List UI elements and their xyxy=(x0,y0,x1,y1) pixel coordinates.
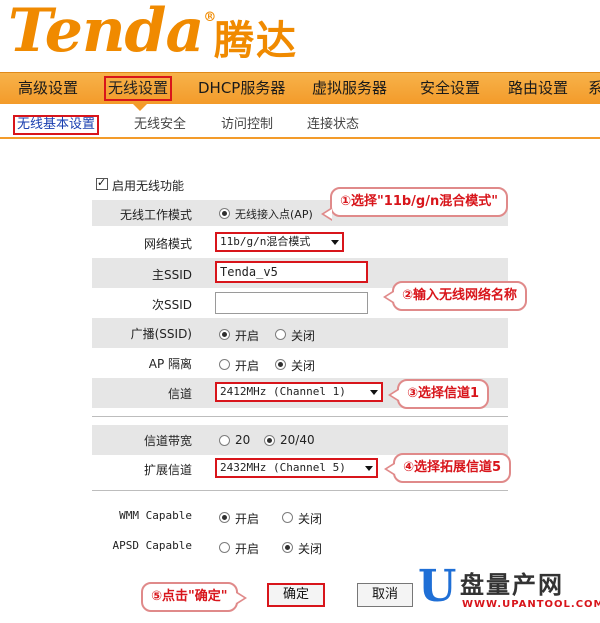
bandwidth-20-radio[interactable] xyxy=(219,435,230,446)
primary-ssid-label: 主SSID xyxy=(151,268,192,282)
callout-step5-text: ⑤点击"确定" xyxy=(151,589,228,604)
chevron-down-icon xyxy=(365,466,373,471)
primary-ssid-input[interactable]: Tenda_v5 xyxy=(215,261,368,283)
nav-routing[interactable]: 路由设置 xyxy=(508,76,568,101)
logo-text-cn: 腾达 xyxy=(214,18,298,64)
callout-pointer-icon xyxy=(384,462,395,476)
callout-step4-text: ④选择拓展信道5 xyxy=(403,460,502,475)
secondary-ssid-input[interactable] xyxy=(215,292,368,314)
divider xyxy=(92,416,508,417)
ext-channel-select[interactable]: 2432MHz (Channel 5) xyxy=(215,458,378,478)
cancel-button[interactable]: 取消 xyxy=(357,583,413,607)
ap-isolation-label: AP 隔离 xyxy=(148,357,192,371)
bandwidth-2040-label: 20/40 xyxy=(280,433,315,447)
network-mode-label: 网络模式 xyxy=(143,237,192,251)
wmm-on-radio[interactable] xyxy=(219,512,230,523)
nav-advanced[interactable]: 高级设置 xyxy=(18,76,78,101)
callout-step3-text: ③选择信道1 xyxy=(407,386,480,401)
channel-label: 信道 xyxy=(167,387,192,401)
broadcast-off-radio[interactable] xyxy=(275,329,286,340)
wmm-off-radio[interactable] xyxy=(282,512,293,523)
callout-pointer-icon xyxy=(383,290,394,304)
callout-pointer-icon xyxy=(321,207,332,221)
apsd-off-label: 关闭 xyxy=(298,542,323,556)
network-mode-select[interactable]: 11b/g/n混合模式 xyxy=(215,232,344,252)
enable-wireless-label: 启用无线功能 xyxy=(112,179,185,193)
network-mode-value: 11b/g/n混合模式 xyxy=(220,235,311,248)
work-mode-label: 无线工作模式 xyxy=(119,208,192,222)
secondary-ssid-label: 次SSID xyxy=(151,298,192,312)
ok-button[interactable]: 确定 xyxy=(267,583,325,607)
callout-pointer-icon xyxy=(388,388,399,402)
watermark-u-icon: U xyxy=(418,561,457,612)
subnav-connection-status[interactable]: 连接状态 xyxy=(307,115,359,135)
broadcast-off-label: 关闭 xyxy=(291,329,316,343)
ap-isolation-off-label: 关闭 xyxy=(291,359,316,373)
callout-pointer-icon xyxy=(235,591,247,605)
ap-isolation-on-radio[interactable] xyxy=(219,359,230,370)
callout-step2-text: ②输入无线网络名称 xyxy=(402,288,518,303)
subnav-access-control[interactable]: 访问控制 xyxy=(221,115,273,135)
bandwidth-20-label: 20 xyxy=(235,433,251,447)
nav-dhcp[interactable]: DHCP服务器 xyxy=(198,76,285,101)
subnav-wireless-security[interactable]: 无线安全 xyxy=(134,115,186,135)
callout-step4: ④选择拓展信道5 xyxy=(384,453,512,483)
broadcast-on-radio[interactable] xyxy=(219,329,230,340)
channel-value: 2412MHz (Channel 1) xyxy=(220,385,346,398)
primary-ssid-value: Tenda_v5 xyxy=(220,265,278,279)
work-mode-ap-radio[interactable] xyxy=(219,208,230,219)
ext-channel-value: 2432MHz (Channel 5) xyxy=(220,461,346,474)
apsd-off-radio[interactable] xyxy=(282,542,293,553)
tenda-logo: Tenda® xyxy=(8,0,216,66)
callout-step1: ①选择"11b/g/n混合模式" xyxy=(321,187,509,221)
subnav-wireless-basic[interactable]: 无线基本设置 xyxy=(13,115,100,135)
enable-wireless-checkbox[interactable] xyxy=(96,176,108,190)
main-nav: 高级设置 无线设置 DHCP服务器 虚拟服务器 安全设置 路由设置 系 xyxy=(0,72,600,104)
nav-system[interactable]: 系 xyxy=(588,76,600,101)
bandwidth-label: 信道带宽 xyxy=(143,434,192,448)
header: Tenda® 腾达 xyxy=(0,0,600,72)
nav-pointer-icon xyxy=(133,104,147,111)
apsd-on-radio[interactable] xyxy=(219,542,230,553)
callout-step2: ②输入无线网络名称 xyxy=(383,281,528,311)
channel-select[interactable]: 2412MHz (Channel 1) xyxy=(215,382,383,402)
broadcast-on-label: 开启 xyxy=(235,329,260,343)
callout-step1-text: ①选择"11b/g/n混合模式" xyxy=(340,194,499,209)
bandwidth-2040-radio[interactable] xyxy=(264,435,275,446)
wmm-label: WMM Capable xyxy=(119,509,192,522)
wmm-on-label: 开启 xyxy=(235,512,260,526)
nav-virtual-server[interactable]: 虚拟服务器 xyxy=(312,76,387,101)
wmm-off-label: 关闭 xyxy=(298,512,323,526)
sub-nav: 无线基本设置 无线安全 访问控制 连接状态 xyxy=(0,111,600,139)
apsd-on-label: 开启 xyxy=(235,542,260,556)
chevron-down-icon xyxy=(331,240,339,245)
broadcast-label: 广播(SSID) xyxy=(130,327,192,341)
ap-isolation-off-radio[interactable] xyxy=(275,359,286,370)
divider xyxy=(92,490,508,491)
nav-security[interactable]: 安全设置 xyxy=(420,76,480,101)
apsd-label: APSD Capable xyxy=(112,539,192,552)
chevron-down-icon xyxy=(370,390,378,395)
ap-isolation-on-label: 开启 xyxy=(235,359,260,373)
logo-text-en: Tenda xyxy=(8,0,204,66)
work-mode-ap-label: 无线接入点(AP) xyxy=(235,208,313,221)
watermark-name: 盘量产网 xyxy=(460,571,564,599)
watermark-url: WWW.UPANTOOL.COM xyxy=(462,599,600,610)
nav-wireless[interactable]: 无线设置 xyxy=(104,76,173,101)
callout-step3: ③选择信道1 xyxy=(388,379,490,409)
ext-channel-label: 扩展信道 xyxy=(143,463,192,477)
callout-step5: ⑤点击"确定" xyxy=(141,582,247,612)
